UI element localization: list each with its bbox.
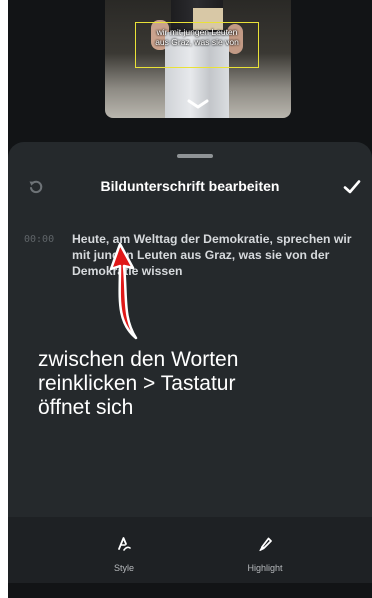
style-label: Style <box>113 563 134 573</box>
done-button[interactable] <box>342 177 362 197</box>
bottom-safe-area <box>8 583 372 598</box>
style-button[interactable]: Style <box>74 535 174 585</box>
highlighter-icon <box>259 537 272 552</box>
annotation-line: zwischen den Worten <box>38 348 239 371</box>
chevron-down-icon[interactable] <box>186 98 210 110</box>
annotation-line: reinklicken > Tastatur <box>38 372 236 395</box>
caption-preview-text: wir mit jungen Leuten aus Graz, was sie … <box>136 27 258 47</box>
caption-text-field[interactable]: Heute, am Welttag der Demokratie, sprech… <box>72 231 372 279</box>
highlight-label: Highlight <box>247 563 283 573</box>
text-style-icon <box>118 537 131 551</box>
annotation-text: zwischen den Worten reinklicken > Tastat… <box>38 348 358 420</box>
video-preview[interactable]: wir mit jungen Leuten aus Graz, was sie … <box>105 0 291 118</box>
caption-timestamp: 00:00 <box>24 234 55 245</box>
highlight-button[interactable]: Highlight <box>215 535 315 585</box>
undo-button[interactable] <box>26 177 46 197</box>
phone-screen: wir mit jungen Leuten aus Graz, was sie … <box>8 0 372 598</box>
sheet-drag-handle[interactable] <box>177 154 213 158</box>
caption-selection-box[interactable]: wir mit jungen Leuten aus Graz, was sie … <box>135 22 259 68</box>
sheet-title: Bildunterschrift bearbeiten <box>100 178 280 194</box>
undo-icon <box>29 180 43 194</box>
caption-preview-line: aus Graz, was sie von <box>155 37 239 47</box>
annotation-line: öffnet sich <box>38 396 134 419</box>
caption-preview-line: wir mit jungen Leuten <box>156 27 238 37</box>
checkmark-icon <box>343 180 361 194</box>
